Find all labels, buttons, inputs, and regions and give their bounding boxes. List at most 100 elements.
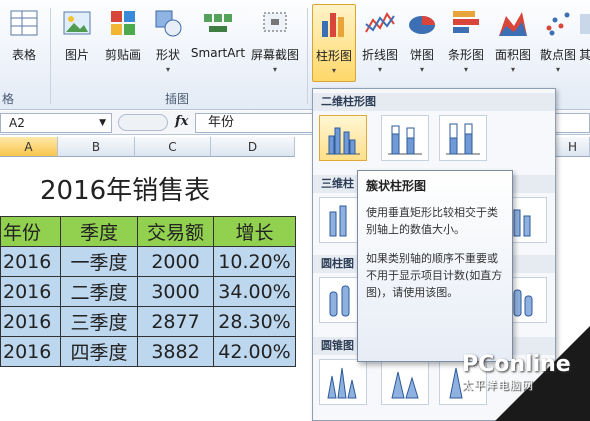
pie-chart-label: 饼图 (409, 48, 434, 62)
sales-table: 年份 季度 交易额 增长 2016 一季度 2000 10.20% 2016 二… (0, 216, 296, 367)
other-charts-icon (580, 14, 590, 34)
table-cell[interactable]: 3882 (137, 336, 214, 367)
table-cell[interactable]: 三季度 (60, 306, 138, 337)
watermark-logo: PConline (462, 352, 571, 377)
column-header-a[interactable]: A (0, 137, 58, 157)
chevron-down-icon: ▾ (331, 66, 336, 75)
stacked-column-option[interactable] (381, 115, 429, 161)
table-label: 表格 (11, 48, 36, 62)
tooltip-description: 使用垂直矩形比较相交于类别轴上的数值大小。 (366, 206, 498, 236)
scatter-chart-button[interactable]: 散点图 ▾ (536, 4, 580, 82)
table-row: 2016 一季度 2000 10.20% (0, 246, 296, 277)
column-header-c[interactable]: C (135, 137, 211, 157)
pie-chart-button[interactable]: 饼图 ▾ (404, 4, 440, 82)
other-charts-button[interactable]: 其 (580, 4, 590, 82)
table-icon (10, 10, 38, 36)
chevron-down-icon[interactable]: ▼ (99, 114, 106, 132)
table-header-row: 年份 季度 交易额 增长 (0, 216, 296, 247)
table-cell[interactable]: 2016 (0, 336, 61, 367)
shapes-icon (155, 10, 182, 37)
tooltip-usage-note: 如果类别轴的顺序不重要或不用于显示项目计数(如直方图)，请使用该图。 (366, 252, 503, 299)
tooltip-title: 簇状柱形图 (366, 179, 427, 193)
watermark-subtitle: 太平洋电脑网 (462, 379, 534, 392)
chevron-down-icon: ▾ (510, 65, 515, 74)
screenshot-button[interactable]: 屏幕截图 ▾ (248, 4, 302, 82)
chevron-down-icon: ▾ (555, 65, 560, 74)
chevron-down-icon: ▾ (377, 65, 382, 74)
screenshot-label: 屏幕截图 (250, 48, 299, 62)
line-chart-icon (365, 12, 395, 33)
table-cell[interactable]: 2000 (137, 246, 214, 277)
separator (307, 8, 308, 104)
clipart-button[interactable]: 剪贴画 (101, 4, 145, 82)
percent-stacked-column-icon (446, 123, 480, 155)
table-cell[interactable]: 一季度 (60, 246, 138, 277)
area-chart-icon (499, 12, 527, 36)
bar-chart-label: 条形图 (447, 48, 484, 62)
shapes-label: 形状 (155, 48, 180, 62)
table-cell[interactable]: 2016 (0, 276, 61, 307)
table-cell[interactable]: 2877 (137, 306, 214, 337)
table-cell[interactable]: 四季度 (60, 336, 138, 367)
cone-option[interactable] (319, 359, 367, 405)
table-cell[interactable]: 34.00% (213, 276, 296, 307)
table-row: 2016 四季度 3882 42.00% (0, 336, 296, 367)
line-chart-label: 折线图 (361, 48, 398, 62)
column-header-b[interactable]: B (58, 137, 135, 157)
chevron-down-icon: ▾ (165, 65, 170, 74)
group-tables-label: 格 (2, 92, 15, 106)
table-button[interactable]: 表格 (2, 4, 46, 82)
fx-icon[interactable]: fx (175, 114, 188, 129)
other-charts-label: 其 (580, 48, 590, 62)
100-stacked-column-option[interactable] (439, 115, 487, 161)
screenshot-icon (263, 12, 287, 32)
column-header-d[interactable]: D (211, 137, 295, 157)
clustered-column-option[interactable] (319, 115, 367, 161)
column-chart-icon (322, 13, 344, 37)
column-chart-button[interactable]: 柱形图 ▾ (312, 4, 356, 82)
watermark: PConline 太平洋电脑网 (462, 352, 571, 393)
header-cell[interactable]: 年份 (0, 216, 61, 247)
table-cell[interactable]: 10.20% (213, 246, 296, 277)
header-cell[interactable]: 季度 (60, 216, 138, 247)
table-cell[interactable]: 二季度 (60, 276, 138, 307)
bar-chart-icon (453, 11, 479, 33)
section-2d-column: 二维柱形图 (313, 93, 555, 111)
table-cell[interactable]: 42.00% (213, 336, 296, 367)
table-row: 2016 二季度 3000 34.00% (0, 276, 296, 307)
group-illustrations-label: 插图 (165, 92, 190, 106)
area-chart-button[interactable]: 面积图 ▾ (491, 4, 535, 82)
column-header-h[interactable]: H (556, 137, 590, 157)
cone-icon (391, 371, 419, 399)
table-cell[interactable]: 2016 (0, 246, 61, 277)
smartart-label: SmartArt (190, 46, 246, 60)
clipart-icon (111, 11, 135, 35)
clipart-label: 剪贴画 (104, 48, 141, 62)
table-cell[interactable]: 28.30% (213, 306, 296, 337)
header-cell[interactable]: 交易额 (137, 216, 214, 247)
smartart-button[interactable]: SmartArt (190, 4, 246, 82)
shapes-button[interactable]: 形状 ▾ (150, 4, 186, 82)
smartart-icon (204, 14, 232, 32)
cone-option[interactable] (381, 359, 429, 405)
table-row: 2016 三季度 2877 28.30% (0, 306, 296, 337)
chart-tooltip: 簇状柱形图 使用垂直矩形比较相交于类别轴上的数值大小。 如果类别轴的顺序不重要或… (357, 170, 513, 362)
header-cell[interactable]: 增长 (213, 216, 296, 247)
chevron-down-icon: ▾ (419, 65, 424, 74)
picture-button[interactable]: 图片 (56, 4, 98, 82)
line-chart-button[interactable]: 折线图 ▾ (358, 4, 402, 82)
name-box[interactable]: A2 ▼ (0, 113, 112, 133)
area-chart-label: 面积图 (494, 48, 531, 62)
clustered-column-icon (326, 127, 360, 155)
stacked-column-icon (388, 125, 422, 155)
pie-chart-icon (409, 16, 435, 34)
picture-label: 图片 (64, 48, 89, 62)
cell-reference: A2 (9, 116, 25, 130)
table-cell[interactable]: 3000 (137, 276, 214, 307)
sheet-title[interactable]: 2016年销售表 (40, 170, 210, 207)
formula-bar-splitter[interactable] (118, 114, 168, 131)
bar-chart-button[interactable]: 条形图 ▾ (442, 4, 490, 82)
cone-icon (327, 367, 357, 399)
table-cell[interactable]: 2016 (0, 306, 61, 337)
picture-icon (63, 11, 91, 35)
